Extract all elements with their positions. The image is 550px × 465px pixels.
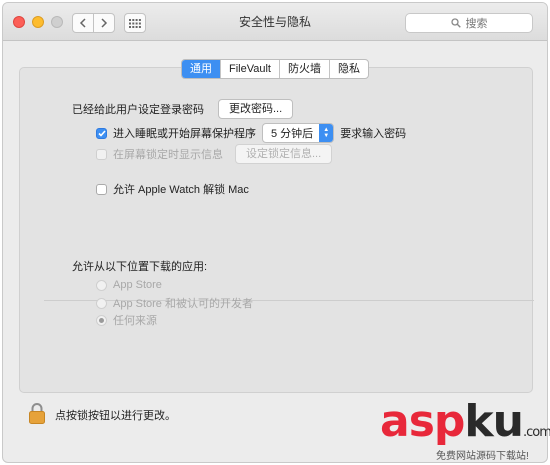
download-option: App Store (96, 279, 162, 291)
title-bar: 安全性与隐私 搜索 (3, 3, 547, 41)
radio-app-store[interactable] (96, 279, 107, 291)
watermark-domain-suffix: .com (522, 425, 550, 440)
lock-row: 点按锁按钮以进行更改。 (29, 402, 176, 427)
sleep-delay-value: 5 分钟后 (271, 128, 314, 140)
lock-message-row: 在屏幕锁定时显示信息 设定锁定信息... (96, 144, 333, 164)
download-option: App Store 和被认可的开发者 (96, 295, 253, 311)
apple-watch-checkbox[interactable] (96, 183, 107, 195)
tab-firewall[interactable]: 防火墙 (278, 60, 329, 78)
radio-anywhere[interactable] (96, 314, 107, 326)
lock-instruction-text: 点按锁按钮以进行更改。 (55, 409, 176, 422)
padlock-icon (29, 403, 45, 424)
tab-privacy[interactable]: 隐私 (328, 60, 368, 78)
set-lock-message-button[interactable]: 设定锁定信息... (235, 144, 333, 164)
tab-bar: 通用 FileVault 防火墙 隐私 (181, 59, 369, 79)
password-status-label: 已经给此用户设定登录密码 (72, 104, 204, 116)
watermark-brand-red: asp (380, 396, 465, 447)
watermark-brand-dark: ku (464, 396, 524, 447)
sleep-delay-select[interactable]: 5 分钟后 ▲ ▼ (262, 123, 335, 143)
change-password-button[interactable]: 更改密码... (218, 99, 294, 119)
download-option-label: 任何来源 (113, 315, 157, 327)
apple-watch-label: 允许 Apple Watch 解锁 Mac (113, 184, 249, 196)
apple-watch-row: 允许 Apple Watch 解锁 Mac (96, 181, 249, 197)
download-option: 任何来源 (96, 312, 157, 328)
select-arrows-icon: ▲ ▼ (319, 124, 334, 142)
lock-message-checkbox[interactable] (96, 148, 107, 160)
general-panel: 已经给此用户设定登录密码 更改密码... 进入睡眠或开始屏幕保护程序 5 分钟后… (19, 67, 534, 393)
lock-message-label: 在屏幕锁定时显示信息 (113, 149, 223, 161)
lock-button[interactable] (29, 402, 45, 427)
tab-filevault[interactable]: FileVault (220, 60, 279, 78)
watermark-tagline: 免费网站源码下载站! (436, 451, 529, 462)
require-password-label: 要求输入密码 (340, 128, 407, 140)
search-field[interactable]: 搜索 (405, 13, 533, 33)
preferences-window: 安全性与隐私 搜索 通用 FileVault 防火墙 隐私 已经给此用户设定登录… (2, 2, 548, 463)
download-sources-heading: 允许从以下位置下载的应用: (72, 261, 208, 273)
radio-app-store-identified[interactable] (96, 297, 107, 309)
search-placeholder: 搜索 (465, 18, 488, 30)
sleep-password-checkbox[interactable] (96, 127, 107, 139)
sleep-password-row: 进入睡眠或开始屏幕保护程序 5 分钟后 ▲ ▼ 要求输入密码 (96, 123, 406, 143)
sleep-checkbox-label: 进入睡眠或开始屏幕保护程序 (113, 128, 256, 140)
radio-selected-dot (99, 317, 104, 323)
download-option-label: App Store 和被认可的开发者 (113, 298, 253, 310)
download-heading-row: 允许从以下位置下载的应用: (72, 258, 207, 274)
password-row: 已经给此用户设定登录密码 更改密码... (72, 99, 294, 119)
checkmark-icon (97, 129, 106, 137)
tab-general[interactable]: 通用 (182, 60, 220, 78)
search-icon (450, 18, 461, 28)
download-option-label: App Store (113, 279, 162, 291)
